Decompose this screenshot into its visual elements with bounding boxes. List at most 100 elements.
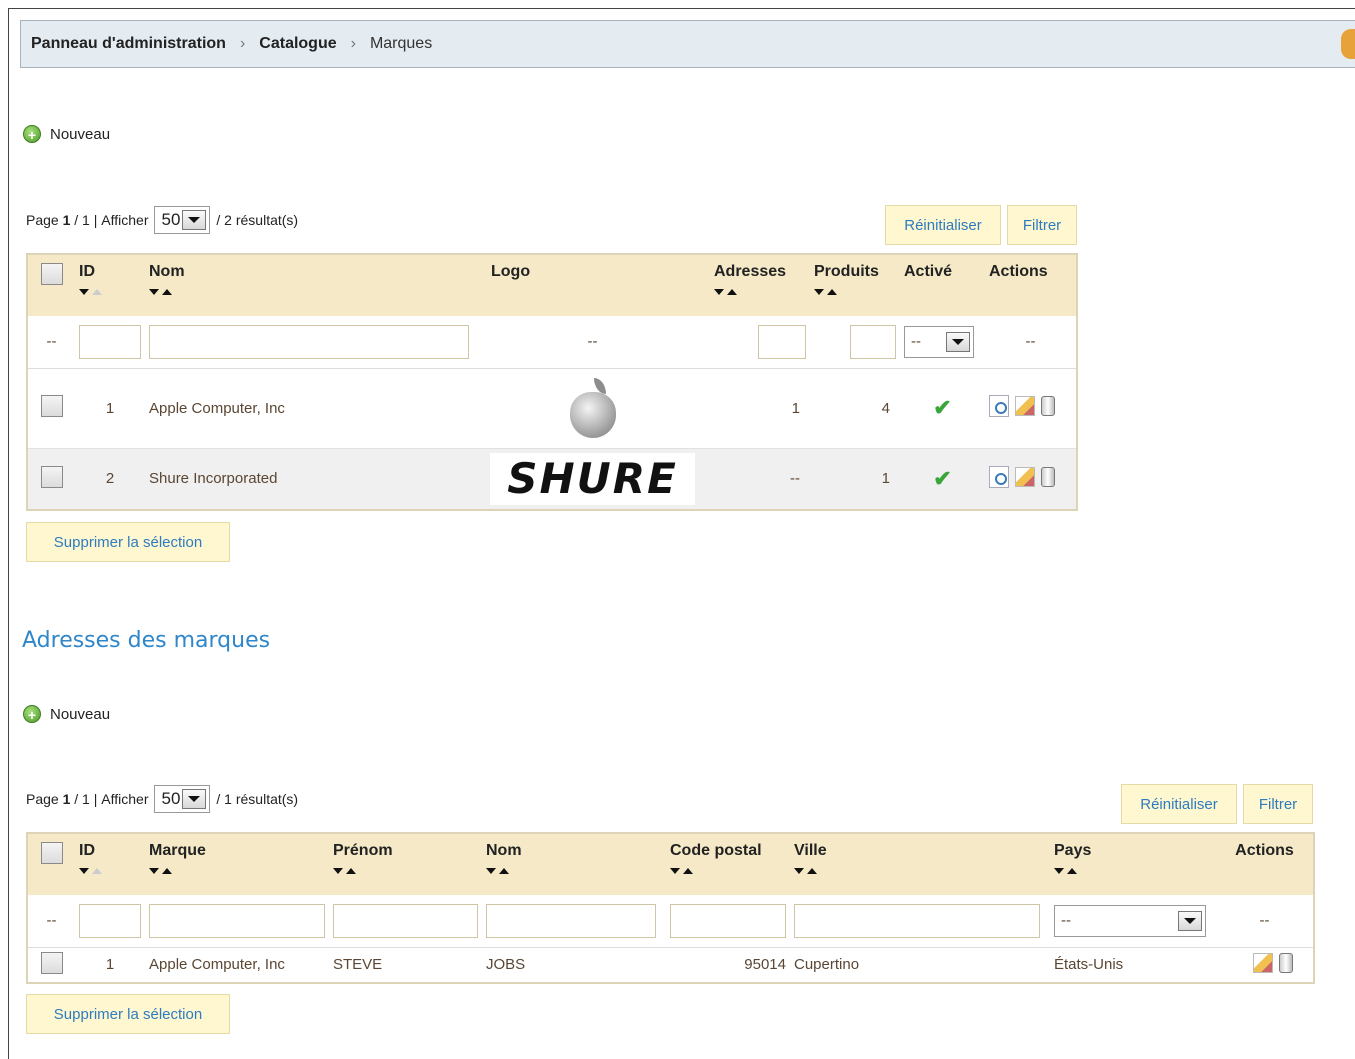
filter-id-input[interactable] — [79, 324, 141, 359]
cell-products: 1 — [810, 448, 900, 510]
filter-id-input[interactable] — [79, 903, 141, 938]
sort-asc-icon[interactable] — [683, 868, 693, 874]
addresses-table: ID Marque Prénom Nom Code postal Ville P… — [26, 832, 1315, 984]
delete-selection-button[interactable]: Supprimer la sélection — [26, 994, 230, 1034]
page-word: Page — [26, 212, 59, 228]
filter-active-select[interactable]: -- — [904, 325, 974, 358]
sort-desc-icon[interactable] — [149, 289, 159, 295]
sort-desc-icon[interactable] — [814, 289, 824, 295]
new-brand-link[interactable]: + Nouveau — [23, 125, 110, 143]
sort-asc-icon[interactable] — [162, 289, 172, 295]
reset-button[interactable]: Réinitialiser — [1121, 784, 1237, 824]
cell-firstname: STEVE — [329, 947, 482, 984]
cell-name[interactable]: Shure Incorporated — [145, 448, 475, 510]
column-label-lastname: Nom — [486, 842, 522, 859]
sort-asc-icon[interactable] — [92, 289, 102, 295]
sort-desc-icon[interactable] — [333, 868, 343, 874]
delete-icon[interactable] — [1041, 396, 1055, 416]
results-count: / 1 résultat(s) — [216, 791, 299, 807]
column-header-name: Nom — [145, 254, 475, 316]
sort-asc-icon[interactable] — [499, 868, 509, 874]
edit-icon[interactable] — [1015, 466, 1035, 487]
results-count: / 2 résultat(s) — [216, 212, 299, 228]
table-row[interactable]: 1 Apple Computer, Inc 1 4 ✔ — [27, 368, 1077, 449]
active-check-icon[interactable]: ✔ — [933, 395, 951, 420]
breadcrumb-item-admin-panel[interactable]: Panneau d'administration — [31, 35, 226, 53]
active-check-icon[interactable]: ✔ — [933, 466, 951, 491]
current-page: 1 — [62, 212, 71, 228]
filter-brand-input[interactable] — [149, 903, 325, 938]
filter-name-input[interactable] — [149, 324, 469, 359]
view-icon[interactable] — [989, 465, 1009, 488]
cell-id: 2 — [75, 448, 145, 510]
new-address-link[interactable]: + Nouveau — [23, 705, 110, 723]
section-title-brand-addresses: Adresses des marques — [22, 628, 271, 653]
select-all-checkbox[interactable] — [40, 263, 63, 285]
filter-products-input[interactable] — [850, 324, 896, 359]
filter-firstname-input[interactable] — [333, 903, 478, 938]
sort-asc-icon[interactable] — [727, 289, 737, 295]
cell-name[interactable]: Apple Computer, Inc — [145, 368, 475, 449]
column-label-addresses: Adresses — [714, 263, 787, 280]
select-all-cell — [27, 833, 75, 895]
reset-button[interactable]: Réinitialiser — [885, 205, 1001, 245]
cell-addresses: 1 — [710, 368, 810, 449]
sort-asc-icon[interactable] — [827, 289, 837, 295]
per-page-select[interactable]: 50 — [154, 206, 211, 234]
dropdown-arrow-icon[interactable] — [182, 210, 207, 230]
new-address-label: Nouveau — [50, 705, 111, 723]
row-checkbox[interactable] — [40, 395, 63, 417]
sort-asc-icon[interactable] — [162, 868, 172, 874]
filter-active-value: -- — [911, 333, 921, 351]
sort-desc-icon[interactable] — [79, 289, 89, 295]
sort-asc-icon[interactable] — [807, 868, 817, 874]
table-header-row: ID Nom Logo Adresses Produits Activé Act… — [27, 254, 1077, 316]
row-checkbox[interactable] — [40, 951, 63, 974]
sort-desc-icon[interactable] — [149, 868, 159, 874]
filter-lastname-input[interactable] — [486, 903, 656, 938]
sort-desc-icon[interactable] — [714, 289, 724, 295]
cell-brand[interactable]: Apple Computer, Inc — [145, 947, 329, 984]
per-page-select[interactable]: 50 — [154, 785, 211, 813]
column-label-country: Pays — [1054, 842, 1092, 859]
filter-country-select[interactable]: -- — [1054, 904, 1206, 937]
table-row[interactable]: 1 Apple Computer, Inc STEVE JOBS 95014 C… — [27, 947, 1314, 984]
breadcrumb-item-brands: Marques — [369, 35, 433, 52]
help-icon[interactable] — [1341, 29, 1355, 59]
sort-desc-icon[interactable] — [670, 868, 680, 874]
per-page-value: 50 — [161, 789, 181, 808]
sort-asc-icon[interactable] — [346, 868, 356, 874]
view-icon[interactable] — [989, 395, 1009, 417]
dropdown-arrow-icon[interactable] — [1178, 910, 1202, 931]
delete-icon[interactable] — [1279, 952, 1293, 973]
sort-asc-icon[interactable] — [1067, 868, 1077, 874]
sort-desc-icon[interactable] — [1054, 868, 1064, 874]
sort-desc-icon[interactable] — [486, 868, 496, 874]
sort-desc-icon[interactable] — [794, 868, 804, 874]
edit-icon[interactable] — [1015, 396, 1035, 416]
delete-selection-button[interactable]: Supprimer la sélection — [26, 522, 230, 562]
row-checkbox[interactable] — [40, 465, 63, 488]
delete-icon[interactable] — [1041, 466, 1055, 487]
dropdown-arrow-icon[interactable] — [182, 789, 207, 809]
edit-icon[interactable] — [1253, 952, 1273, 973]
filter-postcode-input[interactable] — [670, 903, 786, 938]
filter-addresses-input[interactable] — [758, 324, 806, 359]
dropdown-arrow-icon[interactable] — [946, 331, 970, 352]
filter-button[interactable]: Filtrer — [1243, 784, 1313, 824]
sort-asc-icon[interactable] — [92, 868, 102, 874]
total-pages: / 1 | — [74, 791, 98, 807]
filter-button[interactable]: Filtrer — [1007, 205, 1077, 245]
breadcrumb-item-catalog[interactable]: Catalogue — [259, 35, 336, 53]
chevron-right-icon: › — [350, 35, 356, 52]
column-label-firstname: Prénom — [333, 842, 393, 859]
table-row[interactable]: 2 Shure Incorporated SHURE -- 1 ✔ — [27, 448, 1077, 510]
cell-country: États-Unis — [1050, 947, 1216, 984]
filter-city-input[interactable] — [794, 903, 1040, 938]
select-all-checkbox[interactable] — [40, 842, 63, 864]
cell-postcode: 95014 — [666, 947, 790, 984]
filter-country-value: -- — [1061, 912, 1071, 930]
sort-desc-icon[interactable] — [79, 868, 89, 874]
column-header-addresses: Adresses — [710, 254, 810, 316]
add-icon: + — [23, 125, 41, 143]
